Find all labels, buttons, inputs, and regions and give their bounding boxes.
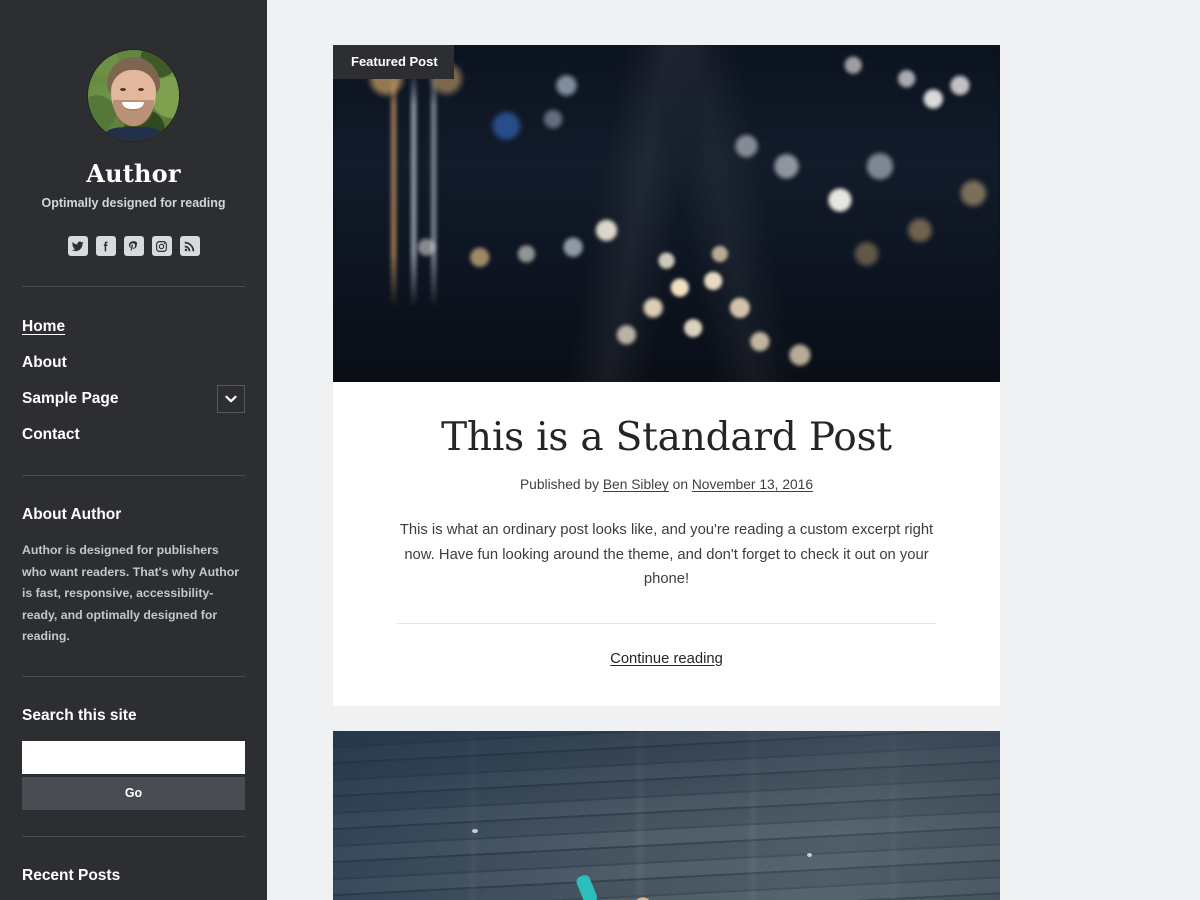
status-badge: Featured Post [333, 45, 454, 79]
widget-text-about: Author is designed for publishers who wa… [22, 543, 240, 644]
avatar[interactable] [88, 50, 179, 141]
avatar-eye-left [120, 88, 126, 91]
rss-icon[interactable] [179, 236, 200, 256]
sidebar: Author Optimally designed for reading Ho… [0, 0, 267, 900]
ground-speck-2 [807, 852, 812, 857]
page-root: Author Optimally designed for reading Ho… [0, 0, 1200, 900]
widget-recent-posts: Recent Posts This is a Standard Post Ano… [22, 837, 245, 900]
nav-link-home[interactable]: Home [22, 319, 65, 335]
pinterest-icon[interactable] [123, 236, 144, 256]
ground-speck-1 [472, 828, 478, 833]
post-author-link[interactable]: Ben Sibley [603, 477, 669, 492]
instagram-icon[interactable] [151, 236, 172, 256]
nav-item-sample-page[interactable]: Sample Page [22, 381, 245, 417]
post-meta: Published by Ben Sibley on November 13, … [385, 477, 948, 492]
post-excerpt: This is what an ordinary post looks like… [399, 522, 934, 587]
site-tagline: Optimally designed for reading [41, 196, 226, 210]
nav-item-home[interactable]: Home [22, 309, 245, 345]
nav-link-contact[interactable]: Contact [22, 427, 80, 443]
stone-tint [333, 730, 1000, 900]
widget-title-about: About Author [22, 506, 122, 523]
nav-link-sample-page[interactable]: Sample Page [22, 391, 119, 407]
site-title[interactable]: Author [22, 159, 245, 188]
widget-title-search: Search this site [22, 706, 137, 724]
avatar-eye-right [138, 88, 144, 91]
post-card-second [333, 730, 1000, 900]
widget-about-author: About Author Author is designed for publ… [22, 476, 245, 648]
widget-search: Search this site Go [22, 677, 245, 810]
chevron-down-icon [225, 395, 237, 403]
post-featured-image[interactable]: Featured Post [333, 45, 1000, 382]
nav-link-about[interactable]: About [22, 355, 67, 371]
post-meta-prefix: Published by [519, 477, 599, 493]
social-links [22, 236, 245, 256]
search-submit-button[interactable]: Go [22, 776, 245, 810]
page-title[interactable]: This is a Standard Post [385, 415, 948, 460]
submenu-toggle-sample-page[interactable] [217, 385, 245, 413]
facebook-icon[interactable] [95, 236, 116, 256]
post-date-link[interactable]: November 13, 2016 [692, 477, 813, 492]
continue-reading-wrapper: Continue reading [385, 624, 948, 706]
post-meta-join: on [672, 477, 688, 493]
post-card-body: This is a Standard Post Published by Ben… [333, 382, 1000, 706]
avatar-shirt [106, 127, 161, 141]
primary-navigation: Home About Sample Page Contact [22, 287, 245, 453]
search-input[interactable] [22, 740, 245, 774]
city-road-streaks [333, 45, 1000, 382]
post-featured-image-second[interactable] [333, 730, 1000, 900]
twitter-icon[interactable] [67, 236, 88, 256]
widget-title-recent: Recent Posts [22, 866, 121, 884]
main-content: Featured Post This is a Standard Post Pu… [267, 0, 1200, 900]
nav-item-about[interactable]: About [22, 345, 245, 381]
nav-item-contact[interactable]: Contact [22, 417, 245, 453]
post-card-featured: Featured Post This is a Standard Post Pu… [333, 45, 1000, 706]
avatar-wrapper [22, 0, 245, 141]
continue-reading-link[interactable]: Continue reading [610, 651, 723, 667]
